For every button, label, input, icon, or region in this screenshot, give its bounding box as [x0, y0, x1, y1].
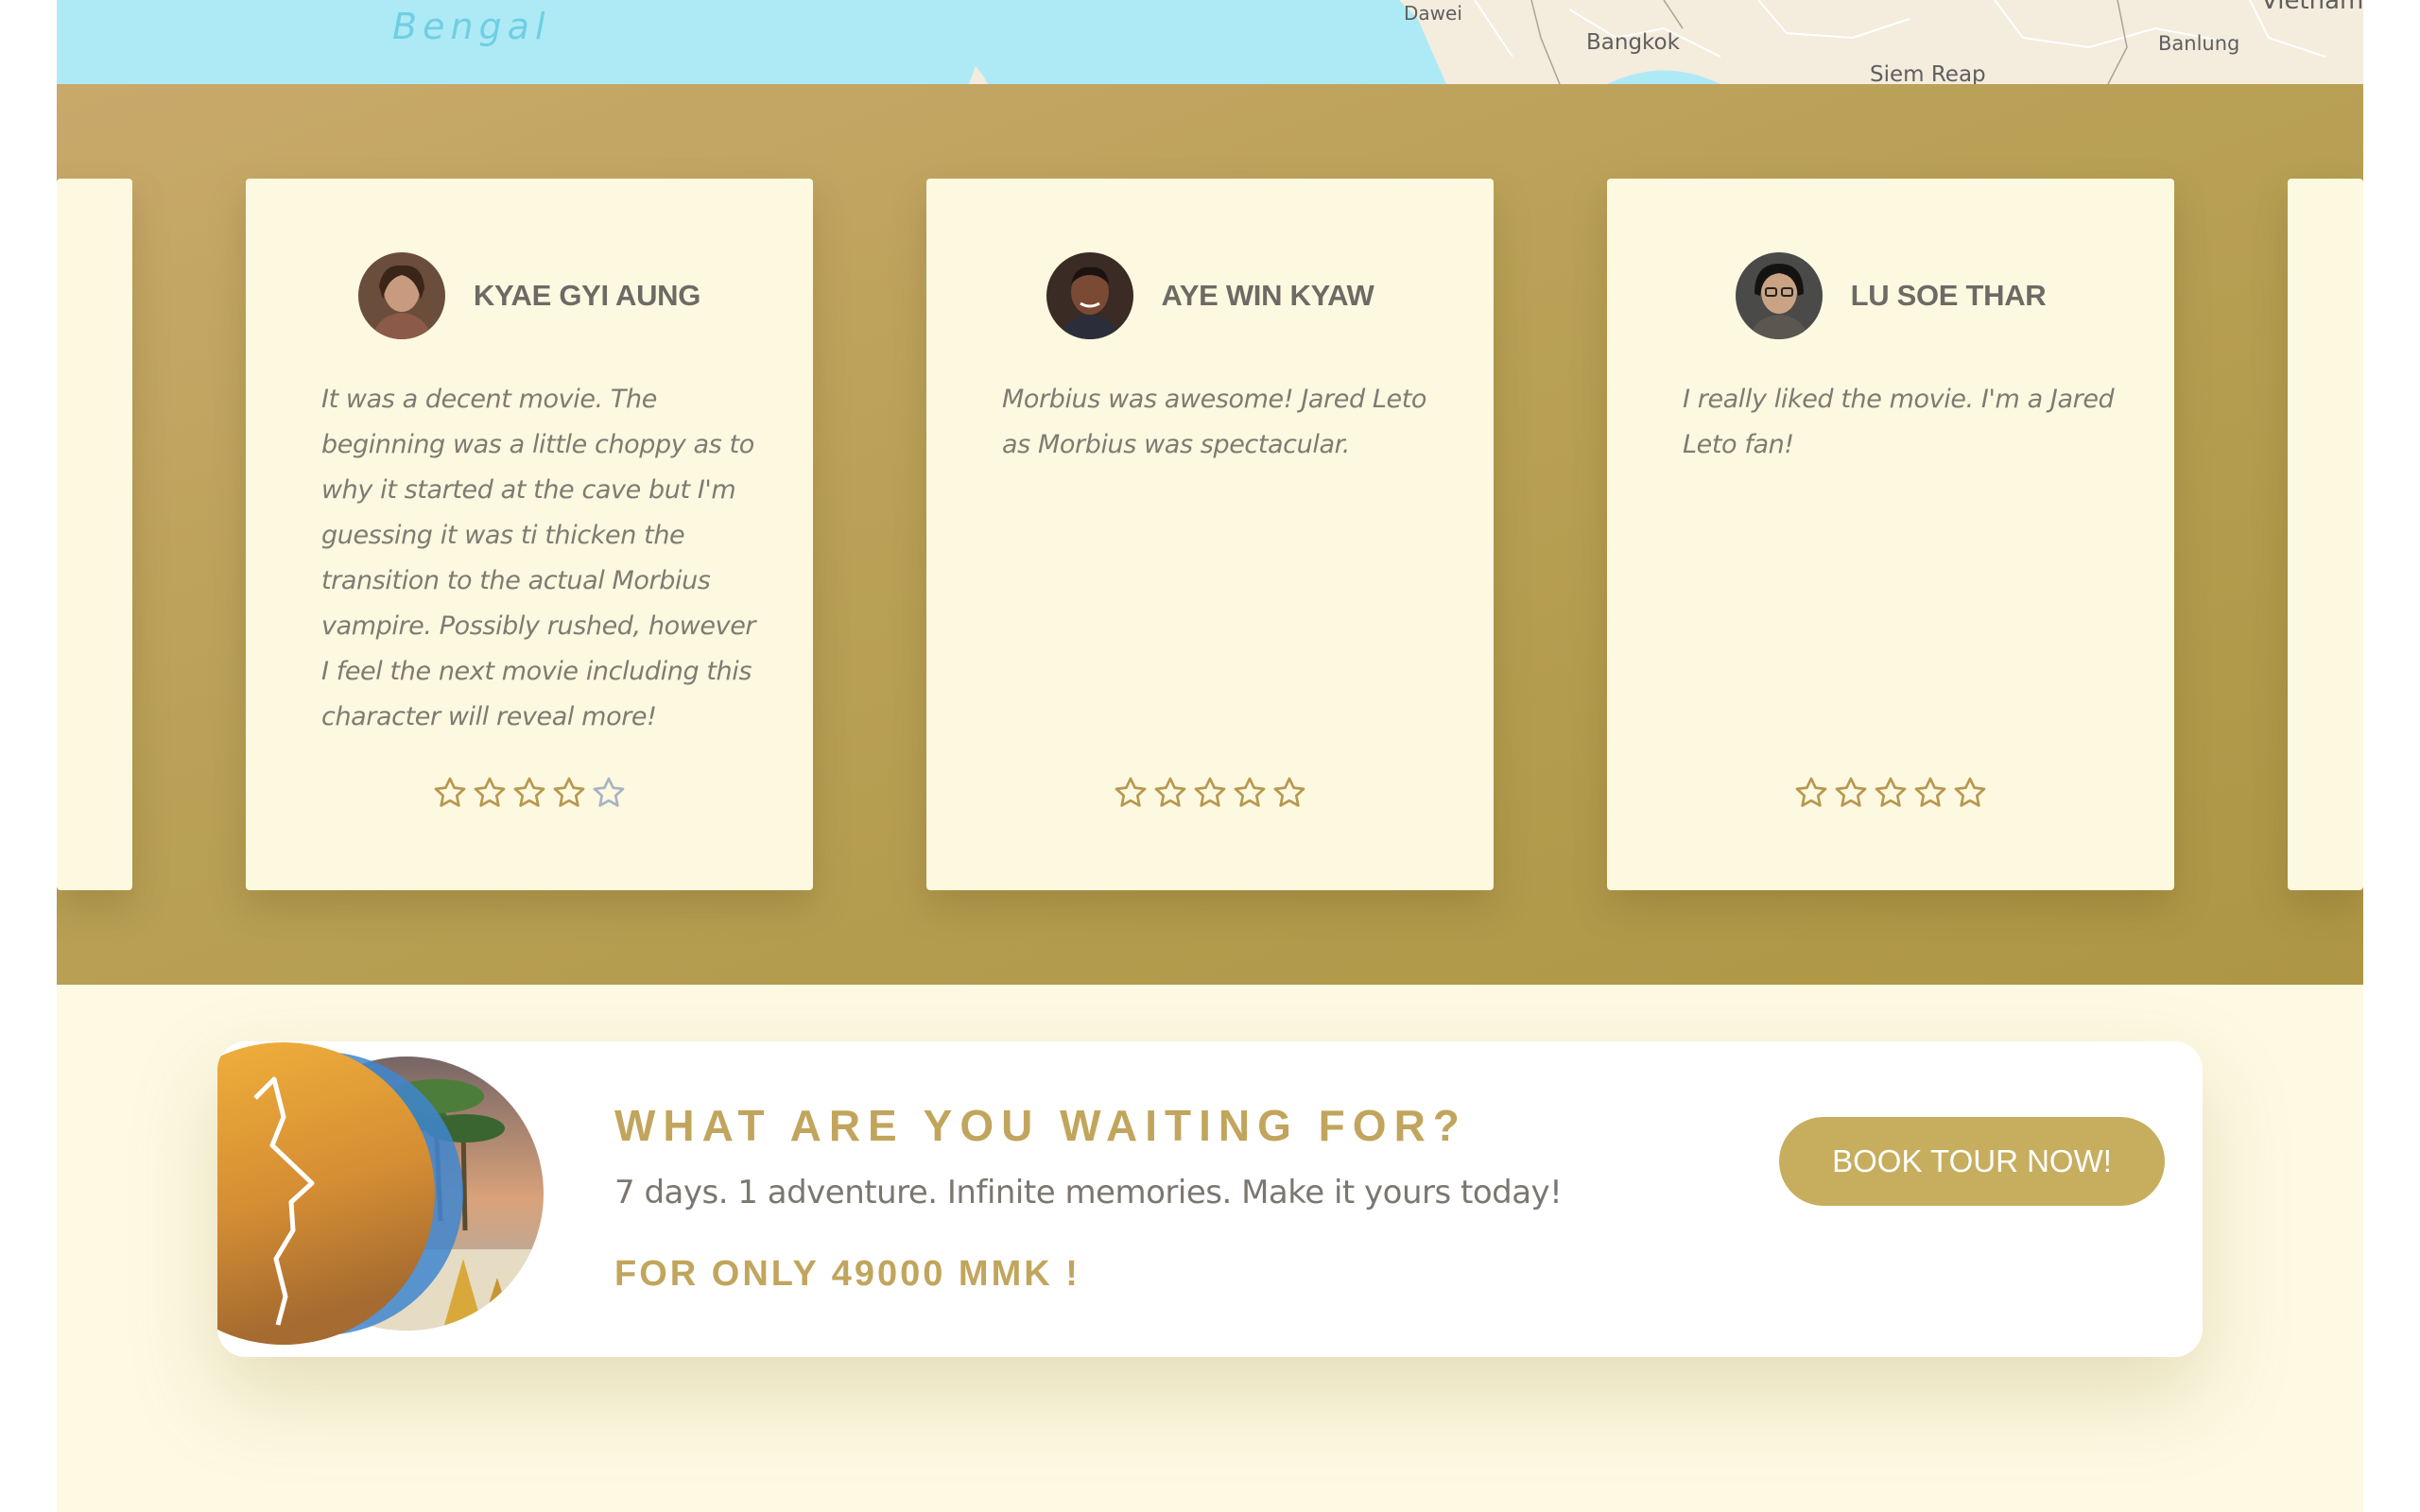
star-filled-icon [474, 777, 506, 807]
map-label-siem-reap: Siem Reap [1870, 62, 1986, 84]
star-filled-icon [513, 777, 545, 807]
star-filled-icon [1914, 777, 1946, 807]
map-label-banlung: Banlung [2158, 32, 2240, 55]
testimonial-card: AYE WIN KYAW Morbius was awesome! Jared … [926, 179, 1494, 890]
star-filled-icon [1875, 777, 1907, 807]
star-filled-icon [1234, 777, 1266, 807]
star-filled-icon [1954, 777, 1986, 807]
star-filled-icon [434, 777, 466, 807]
page: Bengal Dawei Bangkok Siem Reap Banlung V… [57, 0, 2363, 1512]
reviewer-name: AYE WIN KYAW [1161, 279, 1374, 312]
star-filled-icon [553, 777, 585, 807]
testimonial-card: KYAE GYI AUNG It was a decent movie. The… [246, 179, 813, 890]
star-filled-icon [1194, 777, 1226, 807]
map-label-vietnam: Vietnam [2261, 0, 2363, 15]
reviewer-header: LU SOE THAR [1607, 252, 2174, 339]
cta-subtitle: 7 days. 1 adventure. Infinite memories. … [614, 1174, 1563, 1211]
review-text: It was a decent movie. The beginning was… [321, 385, 756, 731]
map-view[interactable]: Bengal Dawei Bangkok Siem Reap Banlung V… [57, 0, 2363, 84]
testimonial-card-next[interactable] [2288, 179, 2363, 890]
testimonial-card-previous[interactable] [57, 179, 132, 890]
star-filled-icon [1154, 777, 1186, 807]
reviewer-name: KYAE GYI AUNG [473, 279, 701, 312]
star-filled-icon [1273, 777, 1305, 807]
map-label-bangkok: Bangkok [1586, 30, 1680, 55]
review-text: Morbius was awesome! Jared Leto as Morbi… [1002, 385, 1427, 459]
star-filled-icon [1835, 777, 1867, 807]
testimonial-card: LU SOE THAR I really liked the movie. I'… [1607, 179, 2174, 890]
map-label-dawei: Dawei [1404, 2, 1462, 25]
star-rating [926, 775, 1494, 811]
star-empty-icon [593, 777, 625, 807]
avatar [1046, 252, 1133, 339]
reviewer-header: AYE WIN KYAW [926, 252, 1494, 339]
avatar [357, 252, 445, 339]
star-filled-icon [1115, 777, 1147, 807]
star-filled-icon [1795, 777, 1827, 807]
star-rating [1607, 775, 2174, 811]
map-label-sea: Bengal [392, 6, 551, 47]
reviewer-header: KYAE GYI AUNG [246, 252, 813, 339]
testimonials-carousel[interactable]: KYAE GYI AUNG It was a decent movie. The… [57, 84, 2363, 985]
cta-title: WHAT ARE YOU WAITING FOR? [614, 1101, 1467, 1150]
review-text: I really liked the movie. I'm a Jared Le… [1683, 385, 2115, 459]
reviewer-name: LU SOE THAR [1850, 279, 2047, 312]
avatar [1735, 252, 1823, 339]
myanmar-tour-image [217, 1042, 544, 1345]
cta-banner: WHAT ARE YOU WAITING FOR? 7 days. 1 adve… [217, 1041, 2203, 1357]
cta-price: FOR ONLY 49000 MMK ! [614, 1254, 1080, 1294]
book-tour-button[interactable]: BOOK TOUR NOW! [1779, 1117, 2165, 1206]
star-rating [246, 775, 813, 811]
